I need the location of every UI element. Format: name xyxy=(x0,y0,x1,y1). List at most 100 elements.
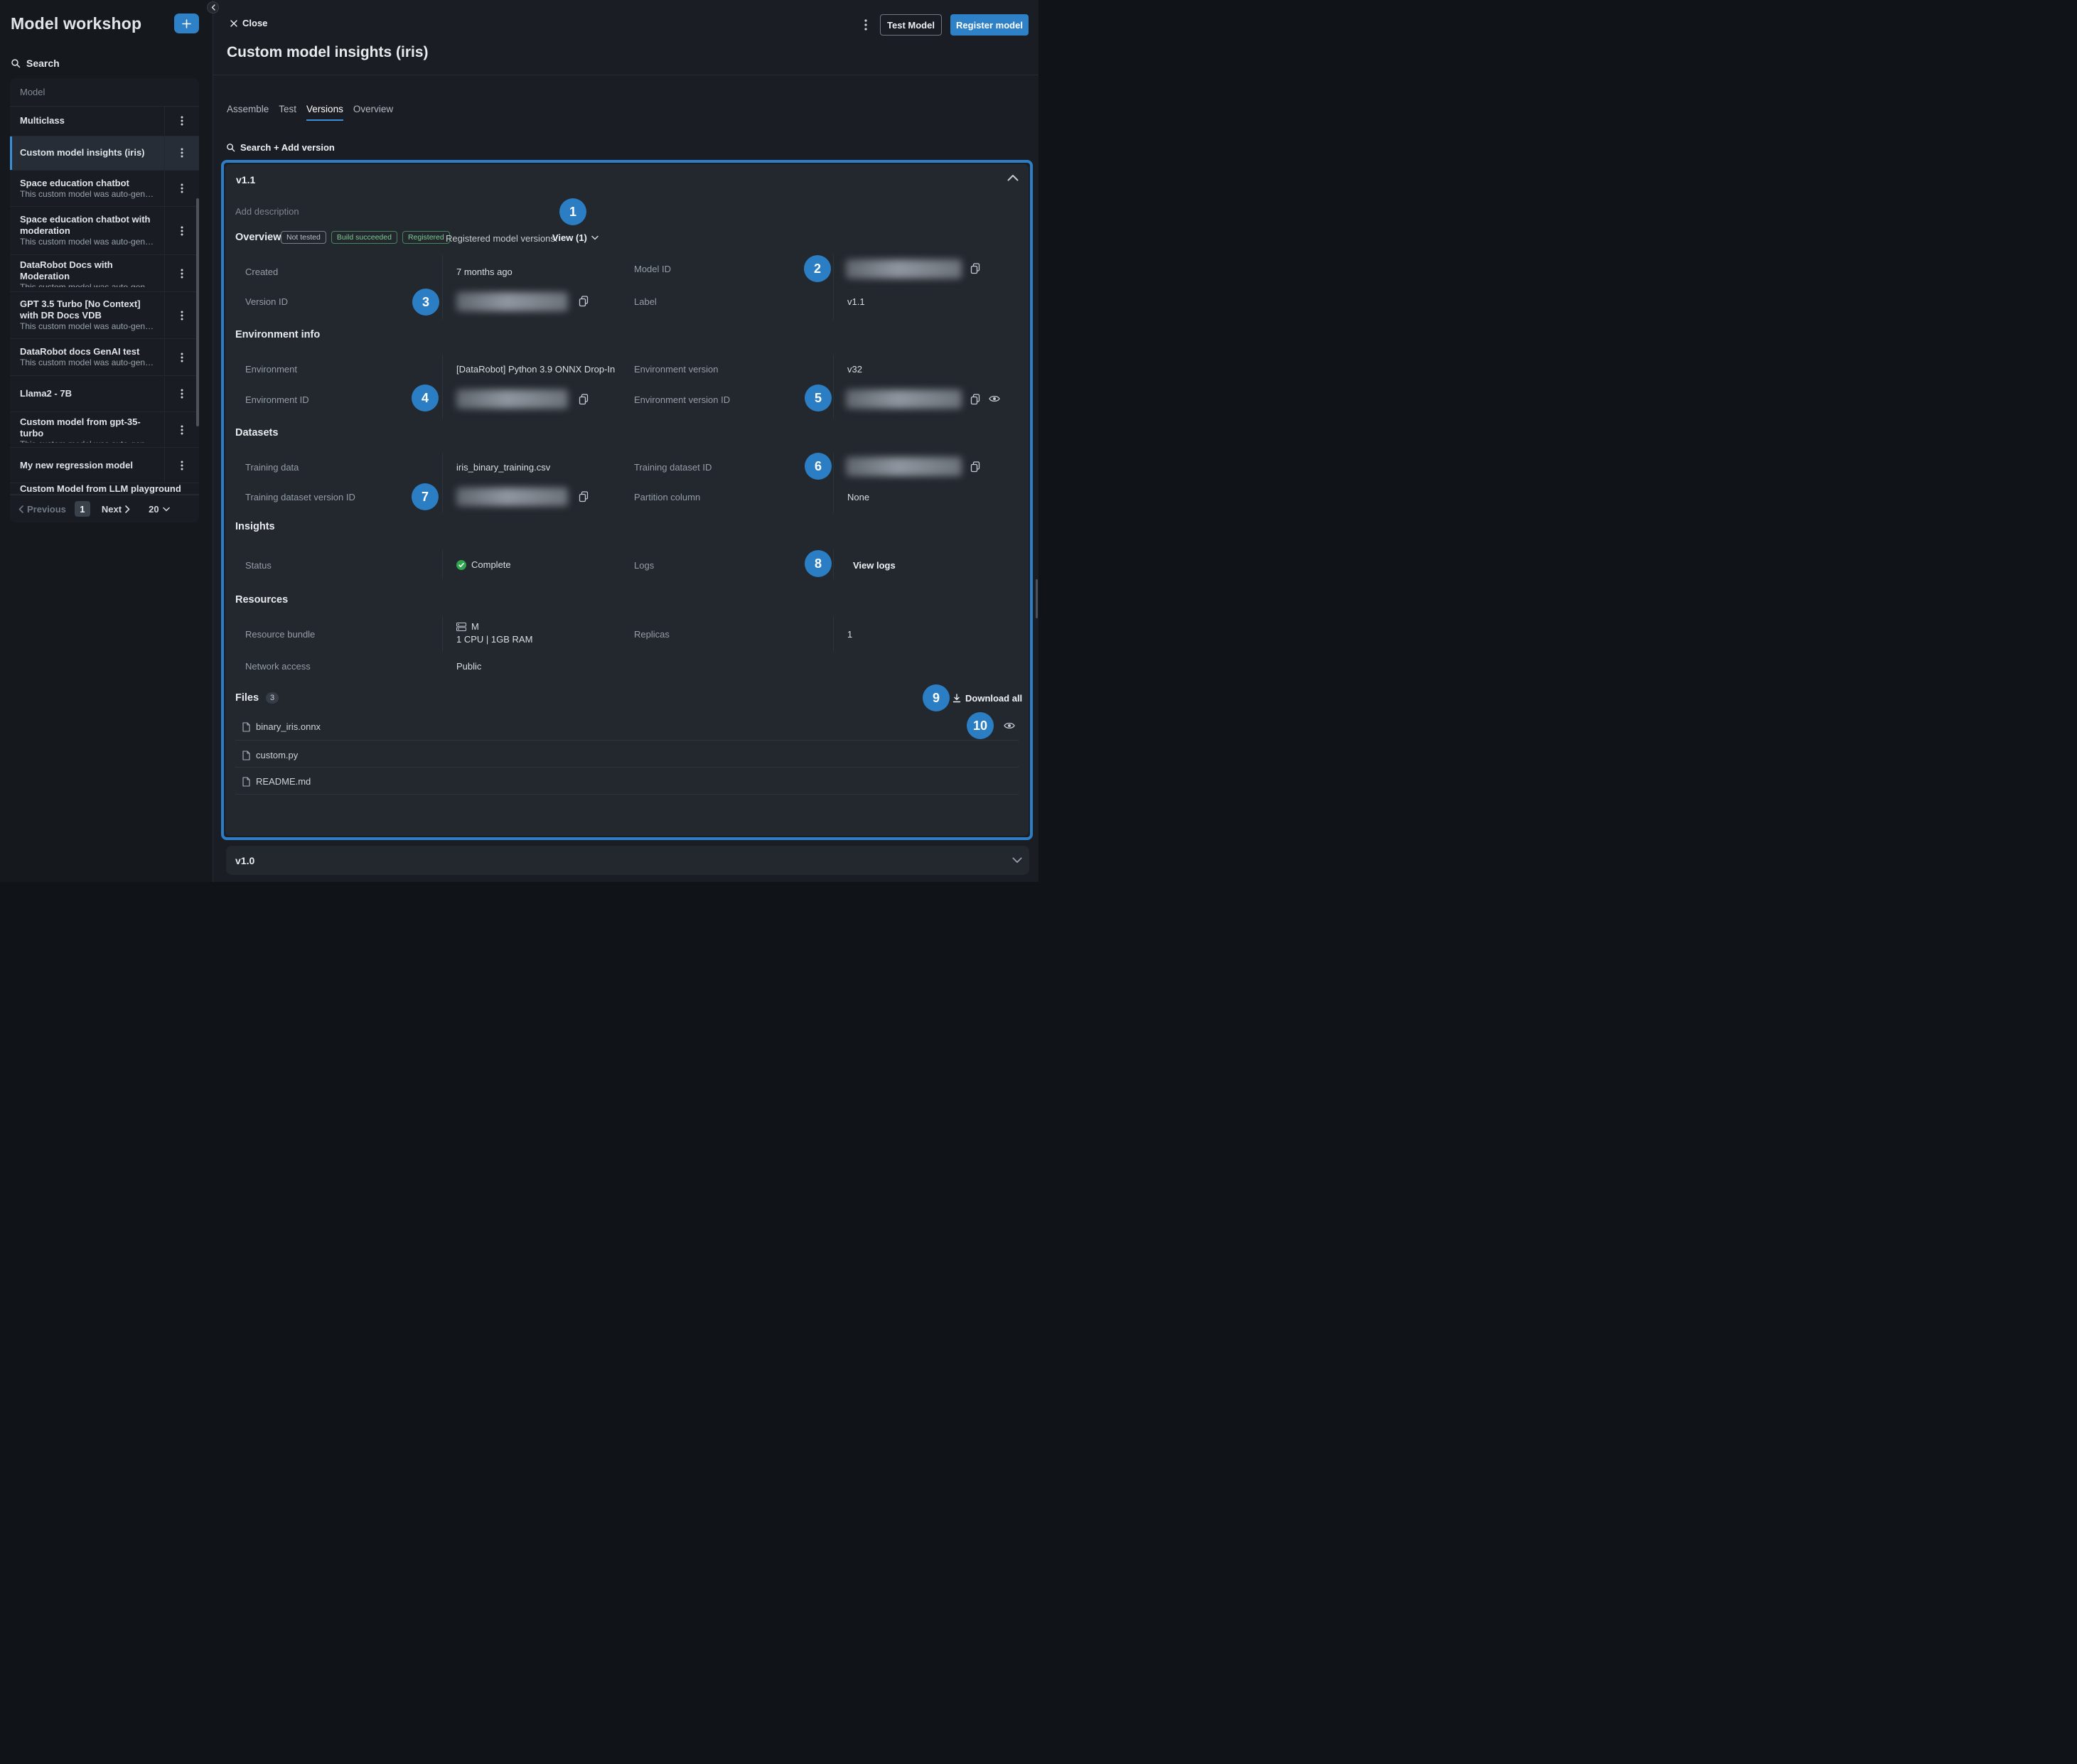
column-divider xyxy=(442,355,443,419)
test-model-button[interactable]: Test Model xyxy=(880,14,942,36)
model-item-menu-button[interactable] xyxy=(164,107,199,136)
model-item-title: My new regression model xyxy=(20,460,157,471)
training-dataset-version-id-value-redacted xyxy=(456,488,568,506)
registered-versions-label: Registered model versions: xyxy=(446,233,558,244)
main-panel: Close Test Model Register model Custom m… xyxy=(213,0,1038,882)
add-version-button[interactable]: + Add version xyxy=(274,142,335,153)
annotation-circle-8: 8 xyxy=(805,550,832,577)
tab-versions[interactable]: Versions xyxy=(306,104,343,121)
version-title: v1.1 xyxy=(236,174,255,185)
file-row[interactable]: README.md xyxy=(242,776,311,787)
version-card-v1-0[interactable]: v1.0 xyxy=(226,846,1029,875)
model-item-menu-button[interactable] xyxy=(164,255,199,291)
add-description-field[interactable]: Add description xyxy=(235,206,299,217)
environment-version-value: v32 xyxy=(847,364,862,375)
view-registered-versions-dropdown[interactable]: View (1) xyxy=(552,232,599,243)
kebab-icon xyxy=(181,389,183,399)
model-item-title: DataRobot Docs with Moderation xyxy=(20,259,157,282)
pagination-page-1[interactable]: 1 xyxy=(75,501,90,517)
copy-icon[interactable] xyxy=(970,263,980,274)
kebab-icon xyxy=(181,425,183,435)
kebab-icon xyxy=(181,226,183,236)
file-row[interactable]: custom.py xyxy=(242,750,298,760)
chevron-up-icon xyxy=(1007,174,1019,181)
server-bundle-icon xyxy=(456,623,466,631)
partition-column-value: None xyxy=(847,492,869,502)
model-list-item[interactable]: Space education chatbot with moderationT… xyxy=(10,207,199,255)
model-list-item[interactable]: Multiclass xyxy=(10,107,199,136)
model-item-description: This custom model was auto-generat... xyxy=(20,282,157,287)
model-item-menu-button[interactable] xyxy=(164,171,199,206)
model-list-item[interactable]: My new regression model xyxy=(10,448,199,483)
more-actions-button[interactable] xyxy=(859,18,873,32)
model-item-title: Llama2 - 7B xyxy=(20,388,157,399)
model-list-item[interactable]: GPT 3.5 Turbo [No Context] with DR Docs … xyxy=(10,292,199,339)
model-item-menu-button[interactable] xyxy=(164,136,199,171)
resources-heading: Resources xyxy=(235,594,288,606)
model-item-title: DataRobot docs GenAI test xyxy=(20,346,157,357)
model-item-menu-button[interactable] xyxy=(164,448,199,483)
model-list-item[interactable]: Custom model from gpt-35-turboThis custo… xyxy=(10,412,199,448)
tab-assemble[interactable]: Assemble xyxy=(227,104,269,121)
overview-heading: Overview xyxy=(235,232,281,243)
model-list-item[interactable]: Custom model insights (iris) xyxy=(10,136,199,171)
file-name: custom.py xyxy=(256,750,298,760)
versions-search[interactable]: Search xyxy=(226,142,271,153)
eye-icon[interactable] xyxy=(989,394,1000,403)
plus-icon xyxy=(182,19,191,28)
collapse-sidebar-button[interactable] xyxy=(207,1,219,14)
sidebar: Model workshop Search Model MulticlassCu… xyxy=(0,0,213,882)
column-divider xyxy=(442,453,443,512)
model-list-item[interactable]: Space education chatbotThis custom model… xyxy=(10,171,199,207)
model-item-description: This custom model was auto-generat... xyxy=(20,189,157,200)
pagination: Previous 1 Next 20 xyxy=(10,495,199,522)
page-size-select[interactable]: 20 xyxy=(149,504,169,515)
replicas-value: 1 xyxy=(847,629,852,640)
model-id-value-redacted xyxy=(846,259,962,279)
sidebar-search[interactable]: Search xyxy=(11,58,60,69)
expand-version-button[interactable] xyxy=(1012,857,1022,864)
register-model-button[interactable]: Register model xyxy=(950,14,1029,36)
model-item-menu-button[interactable] xyxy=(164,292,199,338)
model-item-menu-button[interactable] xyxy=(164,412,199,447)
eye-icon[interactable] xyxy=(1004,721,1015,730)
sidebar-title: Model workshop xyxy=(11,14,141,33)
collapse-version-button[interactable] xyxy=(1007,174,1019,181)
model-list-item[interactable]: DataRobot Docs with ModerationThis custo… xyxy=(10,255,199,292)
pagination-next-button[interactable]: Next xyxy=(102,504,130,515)
model-list-item[interactable]: Custom Model from LLM playground xyxy=(10,483,199,495)
main-scrollbar[interactable] xyxy=(1036,579,1038,618)
model-list-item[interactable]: DataRobot docs GenAI testThis custom mod… xyxy=(10,339,199,376)
copy-icon[interactable] xyxy=(970,394,980,405)
training-data-value: iris_binary_training.csv xyxy=(456,462,550,473)
annotation-circle-10: 10 xyxy=(967,712,994,739)
model-list-rows: MulticlassCustom model insights (iris)Sp… xyxy=(10,107,199,495)
sidebar-scrollbar[interactable] xyxy=(196,198,199,426)
download-all-button[interactable]: Download all xyxy=(952,693,1022,704)
status-value-group: Complete xyxy=(456,559,511,570)
close-button[interactable]: Close xyxy=(230,18,267,28)
version-id-label: Version ID xyxy=(245,296,288,307)
status-badges: Not testedBuild succeededRegistered xyxy=(281,231,450,244)
copy-icon[interactable] xyxy=(970,461,980,473)
model-item-cell: Space education chatbotThis custom model… xyxy=(10,171,164,206)
model-item-title: GPT 3.5 Turbo [No Context] with DR Docs … xyxy=(20,299,157,321)
model-item-menu-button[interactable] xyxy=(164,339,199,375)
copy-icon[interactable] xyxy=(579,296,589,307)
file-row[interactable]: binary_iris.onnx xyxy=(242,721,321,732)
model-workshop-app: Model workshop Search Model MulticlassCu… xyxy=(0,0,1038,882)
model-list-item[interactable]: Llama2 - 7B xyxy=(10,376,199,412)
copy-icon[interactable] xyxy=(579,394,589,405)
model-item-menu-button[interactable] xyxy=(164,376,199,412)
tab-test[interactable]: Test xyxy=(279,104,296,121)
search-icon xyxy=(11,58,21,68)
pagination-previous-button[interactable]: Previous xyxy=(18,504,66,515)
environment-version-id-label: Environment version ID xyxy=(634,394,730,405)
model-item-menu-button[interactable] xyxy=(164,207,199,254)
file-icon xyxy=(242,722,250,732)
close-icon xyxy=(230,20,237,27)
view-logs-link[interactable]: View logs xyxy=(853,560,896,571)
add-model-button[interactable] xyxy=(174,14,199,33)
copy-icon[interactable] xyxy=(579,491,589,502)
tab-overview[interactable]: Overview xyxy=(353,104,393,121)
